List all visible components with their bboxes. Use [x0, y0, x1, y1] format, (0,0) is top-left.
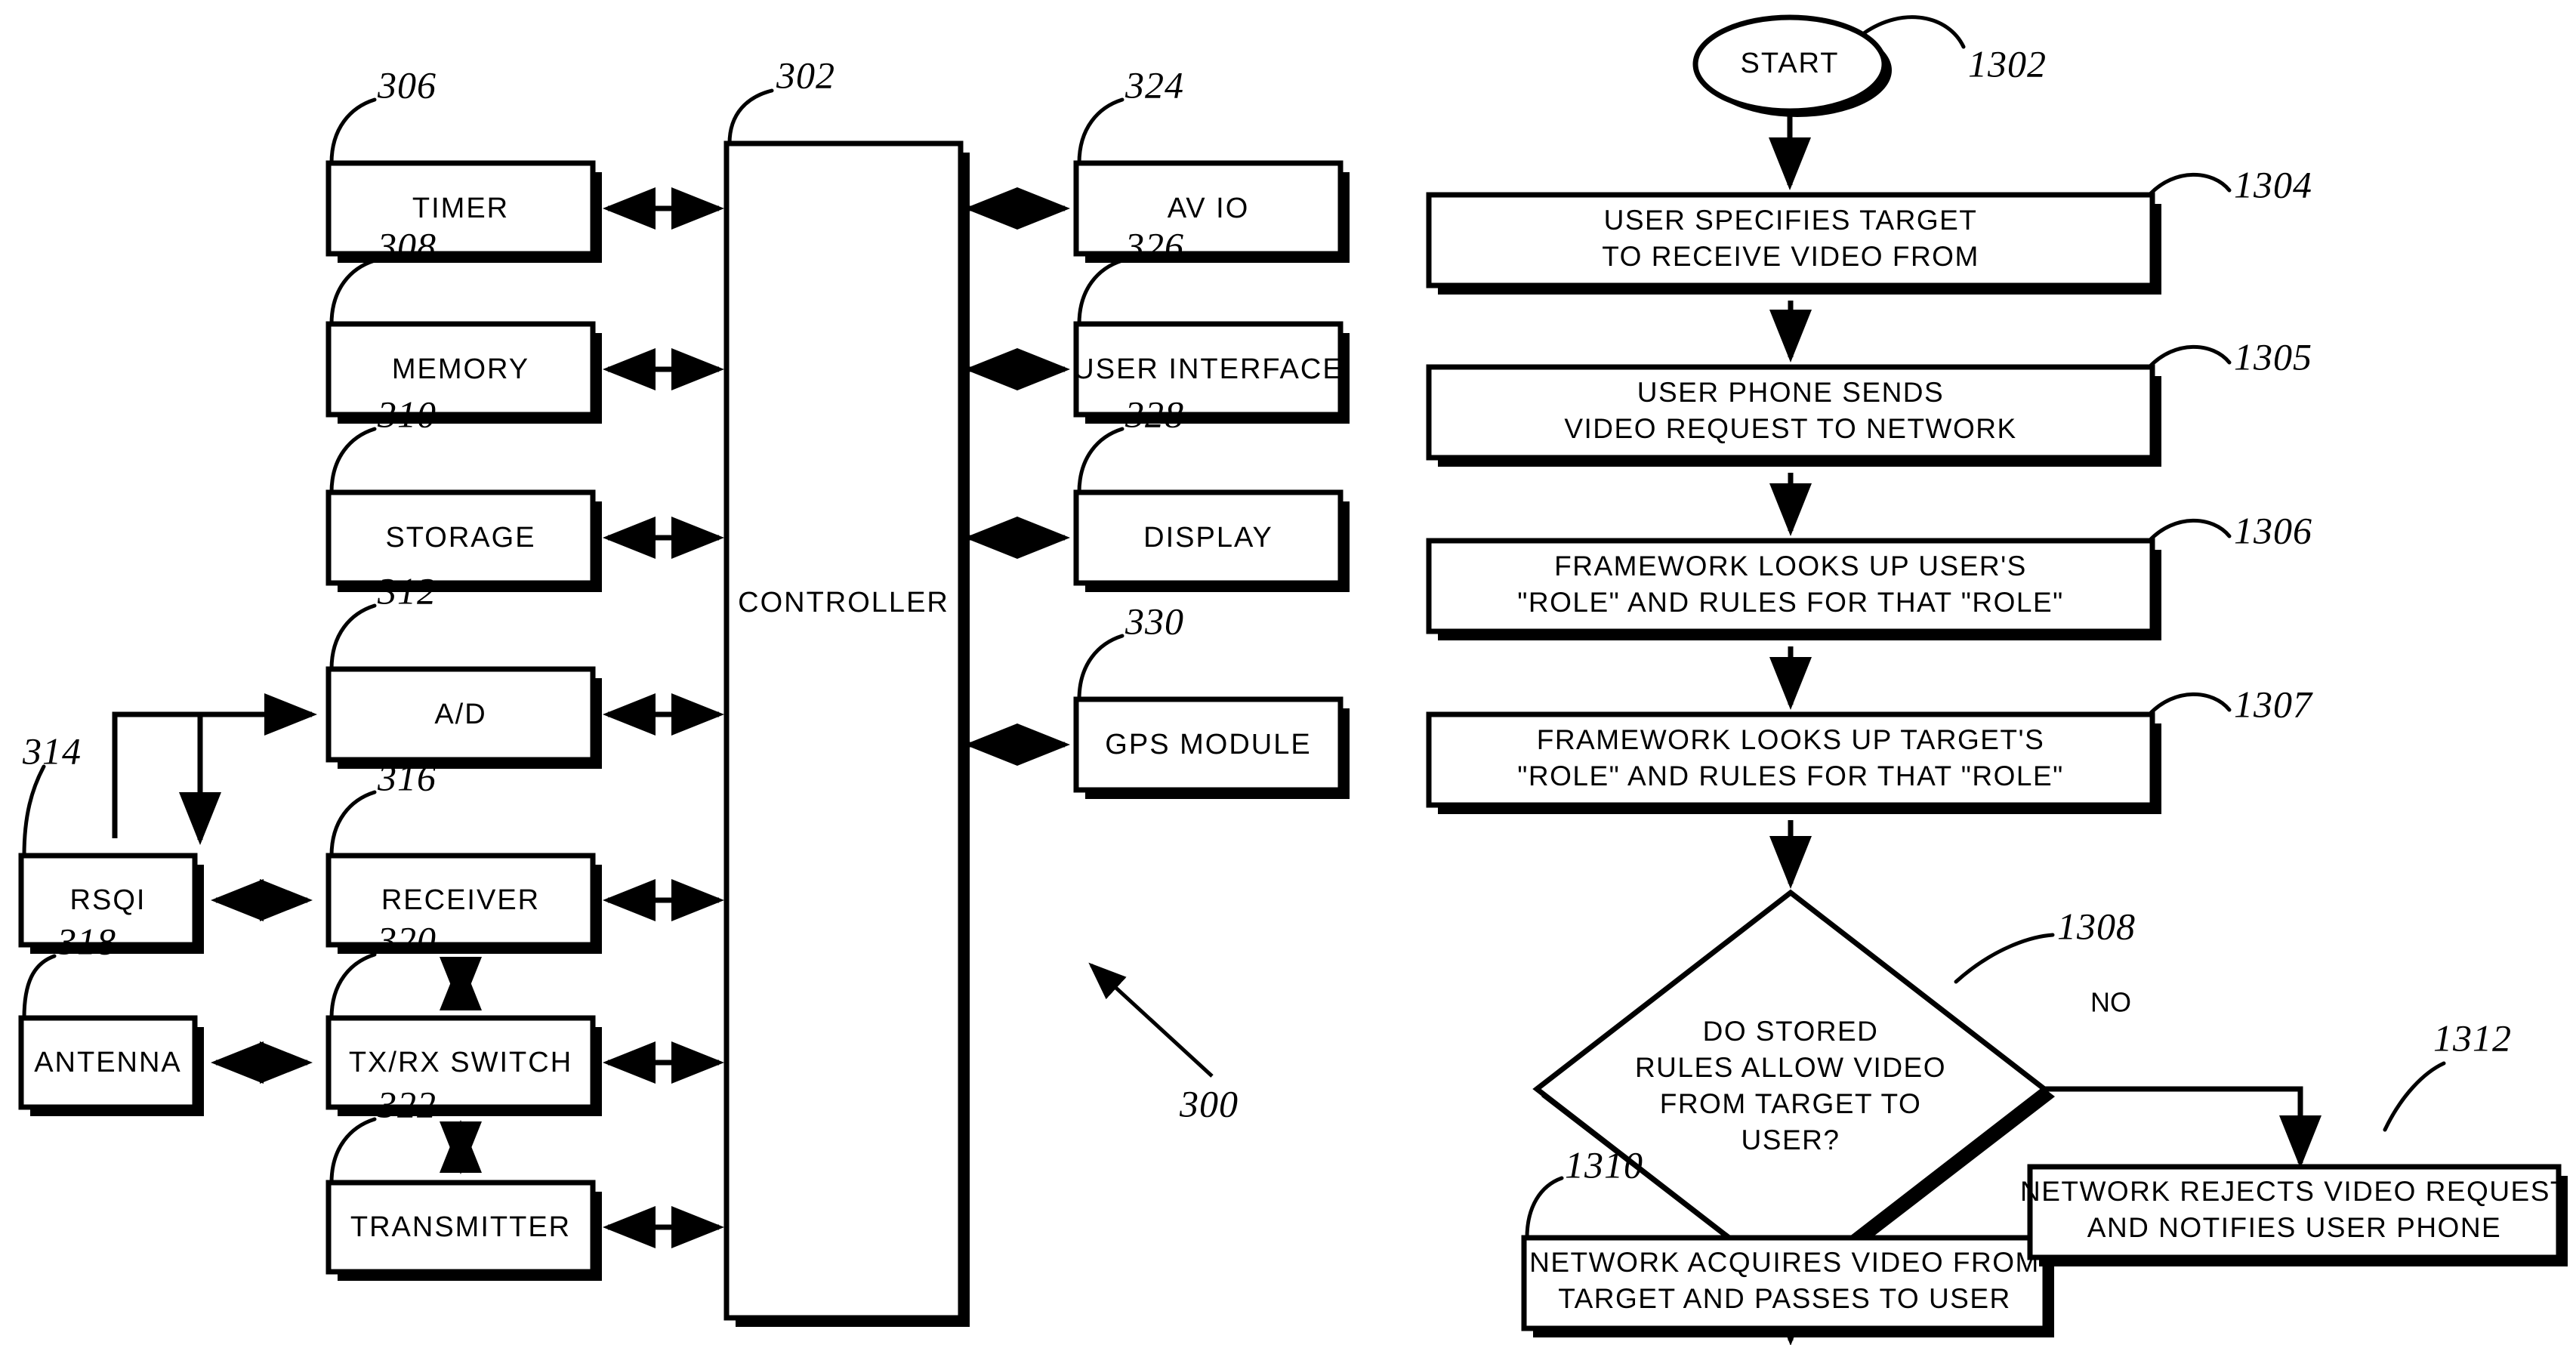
- ref-316: 316: [377, 756, 437, 798]
- ref-302: 302: [776, 54, 835, 96]
- flow-step-1307-line1: FRAMEWORK LOOKS UP TARGET'S: [1537, 724, 2045, 755]
- storage-label: STORAGE: [385, 522, 535, 554]
- transmitter-label: TRANSMITTER: [350, 1211, 571, 1243]
- display-label: DISPLAY: [1143, 522, 1273, 554]
- ref-328: 328: [1124, 393, 1184, 435]
- figure-canvas: CONTROLLER 302 TIMER 306 MEMORY 308 STOR…: [18, 14, 2568, 1345]
- ref-1308: 1308: [2057, 905, 2136, 947]
- flow-step-1305-line1: USER PHONE SENDS: [1637, 377, 1944, 408]
- flow-step-1307: FRAMEWORK LOOKS UP TARGET'S "ROLE" AND R…: [1426, 711, 2161, 814]
- ad-converter-block: A/D: [325, 666, 602, 769]
- ref-318: 318: [57, 920, 116, 962]
- user-interface-label: USER INTERFACE: [1073, 353, 1343, 385]
- decision-diamond: DO STORED RULES ALLOW VIDEO FROM TARGET …: [1532, 889, 2055, 1294]
- decision-line3: FROM TARGET TO: [1660, 1088, 1922, 1119]
- flow-step-1307-line2: "ROLE" AND RULES FOR THAT "ROLE": [1517, 760, 2064, 791]
- ref-1310: 1310: [1565, 1143, 1643, 1186]
- flow-step-1306-line1: FRAMEWORK LOOKS UP USER'S: [1554, 551, 2027, 581]
- display-block: DISPLAY: [1073, 489, 1350, 592]
- av-io-block: AV IO: [1073, 160, 1350, 263]
- decision-line1: DO STORED: [1703, 1016, 1879, 1047]
- txrx-switch-block: TX/RX SWITCH: [325, 1015, 602, 1116]
- decision-line2: RULES ALLOW VIDEO: [1635, 1052, 1946, 1083]
- ref-1307: 1307: [2234, 683, 2313, 725]
- flow-step-1306-line2: "ROLE" AND RULES FOR THAT "ROLE": [1517, 587, 2064, 618]
- decision-no-label: NO: [2090, 987, 2131, 1018]
- gps-module-label: GPS MODULE: [1105, 729, 1311, 760]
- ref-300: 300: [1179, 1082, 1239, 1124]
- ref-314: 314: [22, 730, 82, 772]
- flow-step-1304-line2: TO RECEIVE VIDEO FROM: [1602, 241, 1979, 272]
- ref-326: 326: [1124, 224, 1184, 267]
- flow-outcome-1312-line1: NETWORK REJECTS VIDEO REQUEST: [2020, 1176, 2568, 1207]
- start-label: START: [1740, 48, 1839, 79]
- patent-figure-sheet: CONTROLLER 302 TIMER 306 MEMORY 308 STOR…: [0, 0, 2576, 1345]
- ref-308: 308: [377, 224, 437, 267]
- ref-1305: 1305: [2234, 335, 2312, 378]
- antenna-label: ANTENNA: [34, 1047, 182, 1078]
- flow-outcome-1310-line2: TARGET AND PASSES TO USER: [1558, 1283, 2011, 1314]
- memory-label: MEMORY: [392, 353, 529, 385]
- ref-330: 330: [1124, 600, 1184, 642]
- ref-324: 324: [1124, 63, 1184, 106]
- ref-1312: 1312: [2433, 1016, 2512, 1059]
- flow-outcome-1310-line1: NETWORK ACQUIRES VIDEO FROM: [1529, 1247, 2040, 1278]
- flow-outcome-1312-line2: AND NOTIFIES USER PHONE: [2087, 1212, 2501, 1243]
- flow-step-1304-line1: USER SPECIFIES TARGET: [1604, 205, 1978, 236]
- rsqi-label: RSQI: [70, 884, 147, 916]
- ref-312: 312: [377, 569, 437, 612]
- ref-322: 322: [377, 1083, 437, 1125]
- ad-converter-label: A/D: [434, 699, 486, 730]
- timer-label: TIMER: [412, 193, 509, 224]
- ref-1304: 1304: [2234, 163, 2312, 205]
- flow-step-1304: USER SPECIFIES TARGET TO RECEIVE VIDEO F…: [1426, 192, 2161, 295]
- ref-306: 306: [377, 63, 437, 106]
- storage-block: STORAGE: [325, 489, 602, 592]
- gps-module-block: GPS MODULE: [1073, 696, 1350, 799]
- receiver-label: RECEIVER: [381, 884, 540, 916]
- flow-step-1306: FRAMEWORK LOOKS UP USER'S "ROLE" AND RUL…: [1426, 538, 2161, 640]
- flow-outcome-1310: NETWORK ACQUIRES VIDEO FROM TARGET AND P…: [1521, 1235, 2054, 1337]
- flow-step-1305: USER PHONE SENDS VIDEO REQUEST TO NETWOR…: [1426, 364, 2161, 467]
- timer-block: TIMER: [325, 160, 602, 263]
- controller-label: CONTROLLER: [738, 587, 949, 619]
- ref-310: 310: [377, 393, 437, 435]
- antenna-block: ANTENNA: [18, 1015, 204, 1116]
- ref-1302: 1302: [1968, 42, 2047, 85]
- txrx-switch-label: TX/RX SWITCH: [349, 1047, 572, 1078]
- receiver-block: RECEIVER: [325, 853, 602, 954]
- transmitter-block: TRANSMITTER: [325, 1180, 602, 1281]
- flow-step-1305-line2: VIDEO REQUEST TO NETWORK: [1564, 413, 2016, 444]
- ref-1306: 1306: [2234, 509, 2312, 551]
- ref-320: 320: [377, 918, 437, 961]
- decision-line4: USER?: [1741, 1124, 1840, 1155]
- flow-outcome-1312: NETWORK REJECTS VIDEO REQUEST AND NOTIFI…: [2020, 1164, 2568, 1266]
- user-interface-block: USER INTERFACE: [1073, 321, 1350, 424]
- memory-block: MEMORY: [325, 321, 602, 424]
- controller-block: CONTROLLER: [723, 140, 970, 1327]
- av-io-label: AV IO: [1168, 193, 1250, 224]
